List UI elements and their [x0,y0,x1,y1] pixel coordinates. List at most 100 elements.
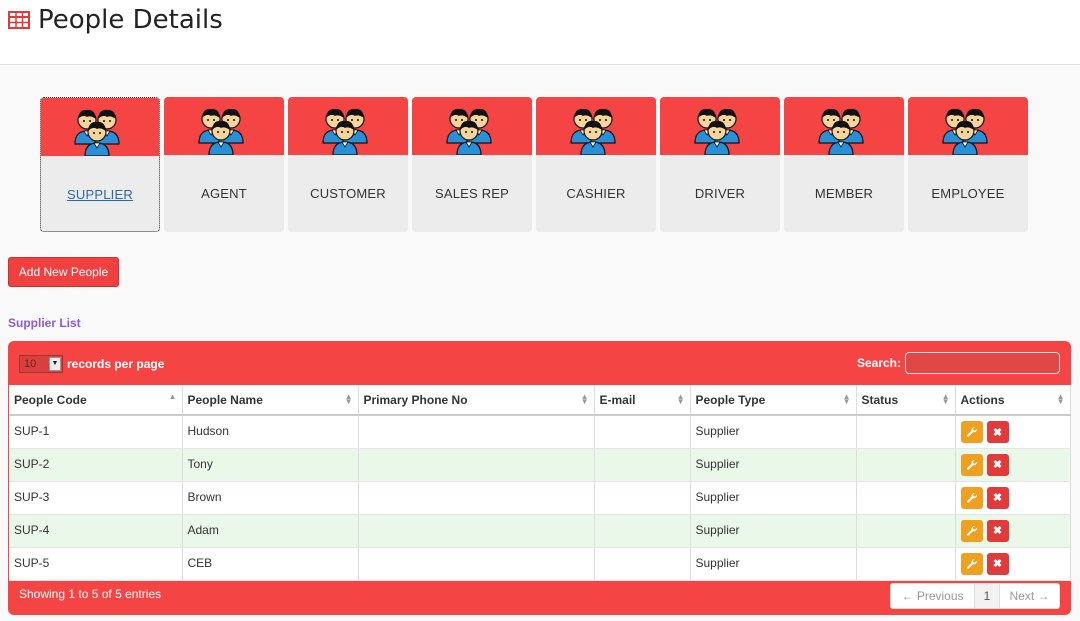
delete-button[interactable]: ✖ [986,453,1009,476]
delete-button[interactable]: ✖ [986,421,1009,443]
tile-sales-rep[interactable]: SALES REP [412,97,532,232]
tile-icon-area [660,97,780,155]
pagination: ← Previous 1 Next → [890,583,1060,609]
cell-email [594,481,691,515]
wrench-icon [966,492,977,503]
wrench-icon [966,426,977,437]
column-header-label: People Type [695,392,766,407]
page-1-button[interactable]: 1 [974,583,1000,609]
tile-driver[interactable]: DRIVER [660,97,780,232]
cell-actions: ✖ [955,514,1071,548]
edit-button[interactable] [960,519,983,542]
column-header-e-mail[interactable]: E-mail ▲ ▼ [594,385,691,416]
sort-icon: ▲ ▼ [842,392,851,406]
page-length-control: 10 ▼ records per page [19,355,164,373]
page-length-label: records per page [67,357,165,371]
column-header-people-code[interactable]: People Code ▲ [9,385,183,416]
wrench-icon [966,558,977,569]
people-group-icon [74,109,120,156]
page-length-select[interactable]: 10 ▼ [19,355,63,373]
previous-page-button[interactable]: ← Previous [890,583,975,609]
delete-button[interactable]: ✖ [986,486,1009,509]
cell-status [856,481,956,515]
table-header-row: People Code ▲ People Name ▲ ▼ Primary Phone N… [9,385,1071,416]
page-title-block: People Details [8,5,223,35]
tile-label: SALES REP [434,186,510,201]
tile-icon-area [908,97,1028,155]
add-new-people-button[interactable]: Add New People [8,257,119,287]
close-icon: ✖ [992,525,1003,537]
tile-cashier[interactable]: CASHIER [536,97,656,232]
cell-code: SUP-2 [9,448,183,482]
tile-label: MEMBER [814,186,874,201]
table-row: SUP-2 Tony Supplier ✖ [9,448,1071,482]
tile-icon-area [164,97,284,155]
tile-agent[interactable]: AGENT [164,97,284,232]
tile-employee[interactable]: EMPLOYEE [908,97,1028,232]
tile-label: CASHIER [566,186,626,201]
delete-button[interactable]: ✖ [986,552,1009,575]
cell-phone [358,481,595,515]
cell-name: Hudson [182,415,359,449]
cell-actions: ✖ [955,415,1071,449]
cell-type: Supplier [690,514,857,548]
next-page-button[interactable]: Next → [999,583,1060,609]
tile-member[interactable]: MEMBER [784,97,904,232]
search-input[interactable] [905,352,1060,374]
tile-icon-area [536,97,656,155]
tile-label: SUPPLIER [67,187,133,202]
sort-icon: ▲ ▼ [941,392,950,406]
table-row: SUP-3 Brown Supplier ✖ [9,481,1071,515]
delete-button[interactable]: ✖ [986,519,1009,542]
supplier-table: People Code ▲ People Name ▲ ▼ Primary Phone N… [9,385,1071,581]
tile-icon-area [412,97,532,155]
cell-name: Brown [182,481,359,515]
cell-code: SUP-4 [9,514,183,548]
table-row: SUP-4 Adam Supplier ✖ [9,514,1071,548]
cell-name: Adam [182,514,359,548]
cell-status [856,514,956,548]
cell-name: Tony [182,448,359,482]
table-row: SUP-5 CEB Supplier ✖ [9,547,1071,581]
table-footer: Showing 1 to 5 of 5 entries ← Previous 1… [8,581,1071,615]
column-header-primary-phone-no[interactable]: Primary Phone No ▲ ▼ [358,385,595,416]
table-icon [8,11,30,29]
close-icon: ✖ [992,558,1003,570]
edit-button[interactable] [960,453,983,476]
wrench-icon [966,525,977,536]
cell-phone [358,514,595,548]
tile-label: AGENT [201,186,247,201]
search-label: Search: [856,356,901,370]
cell-status [856,448,956,482]
cell-name: CEB [182,547,359,581]
column-header-people-type[interactable]: People Type ▲ ▼ [690,385,857,416]
cell-email [594,547,691,581]
cell-actions: ✖ [955,481,1071,515]
cell-type: Supplier [690,448,857,482]
supplier-table-panel: 10 ▼ records per page Search: People Cod… [8,341,1071,615]
tile-customer[interactable]: CUSTOMER [288,97,408,232]
tile-supplier[interactable]: SUPPLIER [40,97,160,232]
close-icon: ✖ [992,492,1003,504]
sort-icon: ▲ ▼ [1056,392,1065,406]
cell-code: SUP-5 [9,547,183,581]
edit-button[interactable] [960,552,983,575]
tile-icon-area [784,97,904,155]
sort-icon: ▲ ▼ [344,392,353,406]
tile-icon-area [41,98,159,156]
edit-button[interactable] [960,486,983,509]
cell-actions: ✖ [955,547,1071,581]
tile-label: DRIVER [694,186,746,201]
close-icon: ✖ [992,426,1003,439]
list-title: Supplier List [8,316,81,330]
cell-actions: ✖ [955,448,1071,482]
column-header-actions[interactable]: Actions ▲ ▼ [955,385,1071,416]
cell-code: SUP-1 [9,415,183,449]
cell-type: Supplier [690,547,857,581]
column-header-status[interactable]: Status ▲ ▼ [856,385,956,416]
column-header-people-name[interactable]: People Name ▲ ▼ [182,385,359,416]
wrench-icon [966,459,977,470]
cell-type: Supplier [690,415,857,449]
cell-email [594,514,691,548]
edit-button[interactable] [960,421,983,443]
